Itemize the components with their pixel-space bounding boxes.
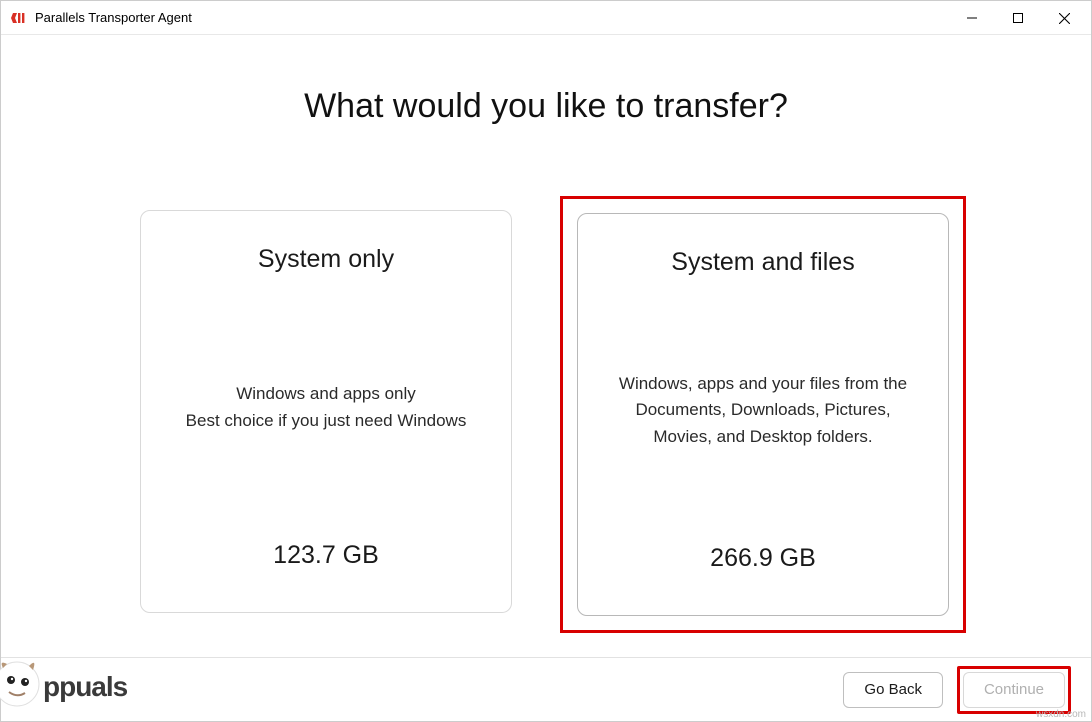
go-back-button[interactable]: Go Back	[843, 672, 943, 708]
options-container: System only Windows and apps only Best c…	[126, 196, 966, 633]
footer-bar: Go Back Continue	[1, 657, 1091, 721]
option-title: System only	[258, 245, 394, 274]
app-window: Parallels Transporter Agent What would y…	[0, 0, 1092, 722]
close-button[interactable]	[1041, 1, 1087, 35]
continue-button[interactable]: Continue	[963, 672, 1065, 708]
option-wrapper-system-files: System and files Windows, apps and your …	[560, 196, 966, 633]
minimize-button[interactable]	[949, 1, 995, 35]
option-size: 123.7 GB	[273, 541, 379, 570]
option-system-only[interactable]: System only Windows and apps only Best c…	[140, 210, 512, 613]
window-controls	[949, 1, 1087, 34]
app-icon	[11, 10, 27, 26]
option-size: 266.9 GB	[710, 544, 816, 573]
window-title: Parallels Transporter Agent	[35, 10, 949, 25]
option-title: System and files	[671, 248, 854, 277]
option-wrapper-system-only: System only Windows and apps only Best c…	[126, 196, 526, 633]
option-system-and-files[interactable]: System and files Windows, apps and your …	[577, 213, 949, 616]
maximize-button[interactable]	[995, 1, 1041, 35]
continue-highlight: Continue	[957, 666, 1071, 714]
option-description: Windows, apps and your files from the Do…	[608, 277, 918, 544]
main-content: What would you like to transfer? System …	[1, 35, 1091, 657]
page-heading: What would you like to transfer?	[304, 87, 788, 126]
titlebar: Parallels Transporter Agent	[1, 1, 1091, 35]
watermark: wsxdn.com	[1036, 709, 1086, 720]
option-description: Windows and apps only Best choice if you…	[182, 274, 471, 541]
